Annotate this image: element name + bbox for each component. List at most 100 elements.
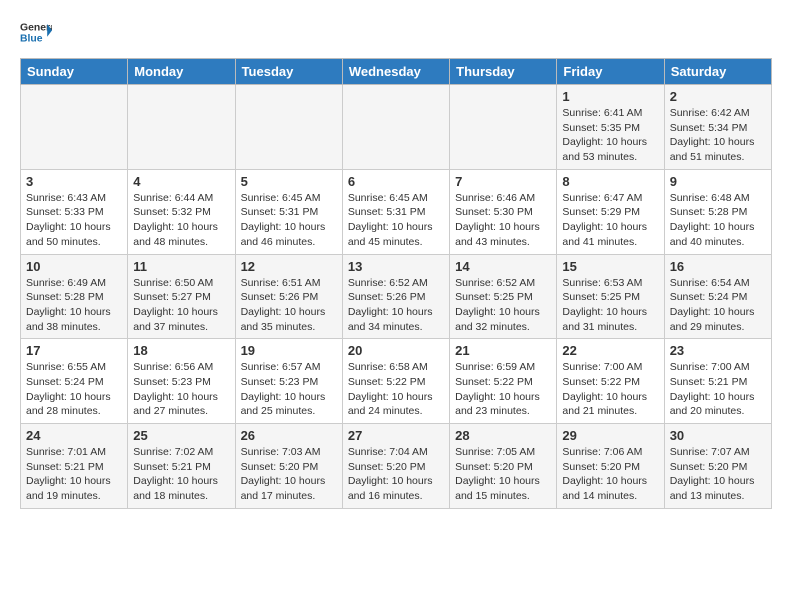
day-cell: 24 Sunrise: 7:01 AMSunset: 5:21 PMDayligh…: [21, 424, 128, 509]
day-number: 4: [133, 174, 229, 189]
day-cell: 6 Sunrise: 6:45 AMSunset: 5:31 PMDaylight…: [342, 169, 449, 254]
week-row: 17 Sunrise: 6:55 AMSunset: 5:24 PMDayligh…: [21, 339, 772, 424]
week-row: 1 Sunrise: 6:41 AMSunset: 5:35 PMDaylight…: [21, 85, 772, 170]
day-info: Sunrise: 6:43 AMSunset: 5:33 PMDaylight:…: [26, 191, 122, 250]
day-number: 11: [133, 259, 229, 274]
day-number: 19: [241, 343, 337, 358]
day-cell: 19 Sunrise: 6:57 AMSunset: 5:23 PMDayligh…: [235, 339, 342, 424]
day-cell: 11 Sunrise: 6:50 AMSunset: 5:27 PMDayligh…: [128, 254, 235, 339]
day-number: 20: [348, 343, 444, 358]
day-number: 22: [562, 343, 658, 358]
day-cell: 29 Sunrise: 7:06 AMSunset: 5:20 PMDayligh…: [557, 424, 664, 509]
day-cell: 13Sunrise: 6:52 AMSunset: 5:26 PMDayligh…: [342, 254, 449, 339]
day-cell: 18Sunrise: 6:56 AMSunset: 5:23 PMDayligh…: [128, 339, 235, 424]
col-header-wednesday: Wednesday: [342, 59, 449, 85]
day-cell: 1 Sunrise: 6:41 AMSunset: 5:35 PMDaylight…: [557, 85, 664, 170]
day-cell: 30 Sunrise: 7:07 AMSunset: 5:20 PMDayligh…: [664, 424, 771, 509]
day-info: Sunrise: 6:41 AMSunset: 5:35 PMDaylight:…: [562, 106, 658, 165]
day-info: Sunrise: 6:59 AMSunset: 5:22 PMDaylight:…: [455, 360, 551, 419]
day-info: Sunrise: 6:47 AMSunset: 5:29 PMDaylight:…: [562, 191, 658, 250]
day-info: Sunrise: 6:48 AMSunset: 5:28 PMDaylight:…: [670, 191, 766, 250]
day-cell: 21Sunrise: 6:59 AMSunset: 5:22 PMDayligh…: [450, 339, 557, 424]
day-info: Sunrise: 7:07 AMSunset: 5:20 PMDaylight:…: [670, 445, 766, 504]
day-number: 13: [348, 259, 444, 274]
day-info: Sunrise: 6:44 AMSunset: 5:32 PMDaylight:…: [133, 191, 229, 250]
week-row: 3 Sunrise: 6:43 AMSunset: 5:33 PMDaylight…: [21, 169, 772, 254]
day-cell: 9Sunrise: 6:48 AMSunset: 5:28 PMDaylight…: [664, 169, 771, 254]
day-info: Sunrise: 7:00 AMSunset: 5:22 PMDaylight:…: [562, 360, 658, 419]
day-info: Sunrise: 6:54 AMSunset: 5:24 PMDaylight:…: [670, 276, 766, 335]
day-number: 2: [670, 89, 766, 104]
day-cell: 15 Sunrise: 6:53 AMSunset: 5:25 PMDayligh…: [557, 254, 664, 339]
week-row: 10Sunrise: 6:49 AMSunset: 5:28 PMDayligh…: [21, 254, 772, 339]
day-info: Sunrise: 6:51 AMSunset: 5:26 PMDaylight:…: [241, 276, 337, 335]
day-cell: [21, 85, 128, 170]
day-info: Sunrise: 7:03 AMSunset: 5:20 PMDaylight:…: [241, 445, 337, 504]
day-info: Sunrise: 6:50 AMSunset: 5:27 PMDaylight:…: [133, 276, 229, 335]
day-info: Sunrise: 7:05 AMSunset: 5:20 PMDaylight:…: [455, 445, 551, 504]
header: General Blue: [20, 16, 772, 48]
day-info: Sunrise: 6:58 AMSunset: 5:22 PMDaylight:…: [348, 360, 444, 419]
day-info: Sunrise: 6:46 AMSunset: 5:30 PMDaylight:…: [455, 191, 551, 250]
day-cell: [235, 85, 342, 170]
day-cell: 27 Sunrise: 7:04 AMSunset: 5:20 PMDayligh…: [342, 424, 449, 509]
day-info: Sunrise: 7:04 AMSunset: 5:20 PMDaylight:…: [348, 445, 444, 504]
day-number: 30: [670, 428, 766, 443]
day-number: 27: [348, 428, 444, 443]
day-info: Sunrise: 6:45 AMSunset: 5:31 PMDaylight:…: [348, 191, 444, 250]
day-cell: 25 Sunrise: 7:02 AMSunset: 5:21 PMDayligh…: [128, 424, 235, 509]
day-info: Sunrise: 7:01 AMSunset: 5:21 PMDaylight:…: [26, 445, 122, 504]
day-number: 24: [26, 428, 122, 443]
day-info: Sunrise: 6:56 AMSunset: 5:23 PMDaylight:…: [133, 360, 229, 419]
day-info: Sunrise: 7:06 AMSunset: 5:20 PMDaylight:…: [562, 445, 658, 504]
day-info: Sunrise: 6:52 AMSunset: 5:25 PMDaylight:…: [455, 276, 551, 335]
day-number: 5: [241, 174, 337, 189]
day-cell: 10Sunrise: 6:49 AMSunset: 5:28 PMDayligh…: [21, 254, 128, 339]
day-cell: [128, 85, 235, 170]
day-number: 3: [26, 174, 122, 189]
day-number: 12: [241, 259, 337, 274]
svg-text:Blue: Blue: [20, 34, 43, 45]
day-cell: 26 Sunrise: 7:03 AMSunset: 5:20 PMDayligh…: [235, 424, 342, 509]
week-row: 24 Sunrise: 7:01 AMSunset: 5:21 PMDayligh…: [21, 424, 772, 509]
day-number: 10: [26, 259, 122, 274]
day-cell: 3 Sunrise: 6:43 AMSunset: 5:33 PMDaylight…: [21, 169, 128, 254]
day-cell: 28Sunrise: 7:05 AMSunset: 5:20 PMDayligh…: [450, 424, 557, 509]
day-number: 6: [348, 174, 444, 189]
day-number: 7: [455, 174, 551, 189]
page: General Blue SundayMondayTuesdayWednesda…: [0, 0, 792, 519]
col-header-tuesday: Tuesday: [235, 59, 342, 85]
day-cell: 17 Sunrise: 6:55 AMSunset: 5:24 PMDayligh…: [21, 339, 128, 424]
day-info: Sunrise: 7:02 AMSunset: 5:21 PMDaylight:…: [133, 445, 229, 504]
day-cell: 2Sunrise: 6:42 AMSunset: 5:34 PMDaylight…: [664, 85, 771, 170]
day-cell: 5 Sunrise: 6:45 AMSunset: 5:31 PMDaylight…: [235, 169, 342, 254]
day-number: 8: [562, 174, 658, 189]
col-header-saturday: Saturday: [664, 59, 771, 85]
day-number: 17: [26, 343, 122, 358]
logo: General Blue: [20, 16, 54, 48]
day-number: 26: [241, 428, 337, 443]
day-cell: [450, 85, 557, 170]
day-cell: 22 Sunrise: 7:00 AMSunset: 5:22 PMDayligh…: [557, 339, 664, 424]
day-cell: 20 Sunrise: 6:58 AMSunset: 5:22 PMDayligh…: [342, 339, 449, 424]
day-number: 1: [562, 89, 658, 104]
col-header-thursday: Thursday: [450, 59, 557, 85]
header-row: SundayMondayTuesdayWednesdayThursdayFrid…: [21, 59, 772, 85]
day-cell: 4 Sunrise: 6:44 AMSunset: 5:32 PMDaylight…: [128, 169, 235, 254]
day-cell: 7 Sunrise: 6:46 AMSunset: 5:30 PMDaylight…: [450, 169, 557, 254]
col-header-friday: Friday: [557, 59, 664, 85]
day-info: Sunrise: 6:53 AMSunset: 5:25 PMDaylight:…: [562, 276, 658, 335]
day-number: 14: [455, 259, 551, 274]
day-info: Sunrise: 6:45 AMSunset: 5:31 PMDaylight:…: [241, 191, 337, 250]
day-info: Sunrise: 6:55 AMSunset: 5:24 PMDaylight:…: [26, 360, 122, 419]
day-number: 23: [670, 343, 766, 358]
day-cell: 23Sunrise: 7:00 AMSunset: 5:21 PMDayligh…: [664, 339, 771, 424]
day-number: 29: [562, 428, 658, 443]
col-header-monday: Monday: [128, 59, 235, 85]
day-number: 25: [133, 428, 229, 443]
day-cell: 14 Sunrise: 6:52 AMSunset: 5:25 PMDayligh…: [450, 254, 557, 339]
day-number: 15: [562, 259, 658, 274]
col-header-sunday: Sunday: [21, 59, 128, 85]
day-cell: 8 Sunrise: 6:47 AMSunset: 5:29 PMDaylight…: [557, 169, 664, 254]
day-info: Sunrise: 6:57 AMSunset: 5:23 PMDaylight:…: [241, 360, 337, 419]
